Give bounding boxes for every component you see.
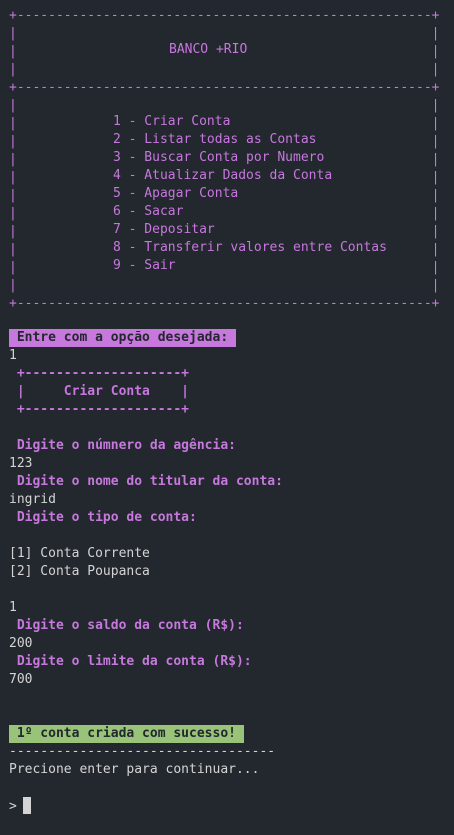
menu-item-sacar: 6 - Sacar [113,203,184,221]
shell-prompt-line[interactable]: > [9,797,31,815]
continue-prompt: Precione enter para continuar... [9,762,260,777]
balance-prompt: Digite o saldo da conta (R$): [9,618,244,633]
shell-prompt-symbol: > [9,799,17,814]
menu-side-border: | | [9,260,440,275]
section-title: | Criar Conta | [9,384,190,399]
menu-item-sair: 9 - Sair [113,257,176,275]
banner-middle-border: +---------------------------------------… [9,80,440,95]
text-cursor [22,797,31,814]
menu-item-atualizar-dados: 4 - Atualizar Dados da Conta [113,167,333,185]
balance-value: 200 [9,636,33,651]
menu-bottom-border: +---------------------------------------… [9,296,440,311]
agency-prompt: Digite o númnero da agência: [9,438,236,453]
section-bottom-border: +--------------------+ [9,402,190,417]
menu-item-apagar-conta: 5 - Apagar Conta [113,185,239,203]
menu-item-criar-conta: 1 - Criar Conta [113,113,231,131]
limit-value: 700 [9,672,33,687]
menu-item-listar-contas: 2 - Listar todas as Contas [113,131,317,149]
account-type-option-corrente: [1] Conta Corrente [9,546,150,561]
limit-prompt: Digite o limite da conta (R$): [9,654,252,669]
banner-side-border: | | [9,62,440,77]
banner-top-border: +---------------------------------------… [9,8,440,23]
agency-value: 123 [9,456,33,471]
menu-item-transferir: 8 - Transferir valores entre Contas [113,239,387,257]
terminal-window[interactable]: +---------------------------------------… [0,0,454,835]
menu-item-depositar: 7 - Depositar [113,221,215,239]
holder-value: ingrid [9,492,56,507]
menu-item-buscar-conta: 3 - Buscar Conta por Numero [113,149,325,167]
menu-side-border: | | [9,206,440,221]
holder-prompt: Digite o nome do titular da conta: [9,474,283,489]
section-top-border: +--------------------+ [9,366,190,381]
menu-side-border: | | [9,278,440,293]
success-message: 1º conta criada com sucesso! [9,725,244,743]
account-type-option-poupanca: [2] Conta Poupanca [9,564,150,579]
option-input-value: 1 [9,348,17,363]
account-type-prompt: Digite o tipo de conta: [9,510,197,525]
account-type-value: 1 [9,600,17,615]
option-prompt: Entre com a opção desejada: [9,329,236,347]
divider-line: ---------------------------------- [9,744,276,759]
bank-title: BANCO +RIO [169,41,248,59]
